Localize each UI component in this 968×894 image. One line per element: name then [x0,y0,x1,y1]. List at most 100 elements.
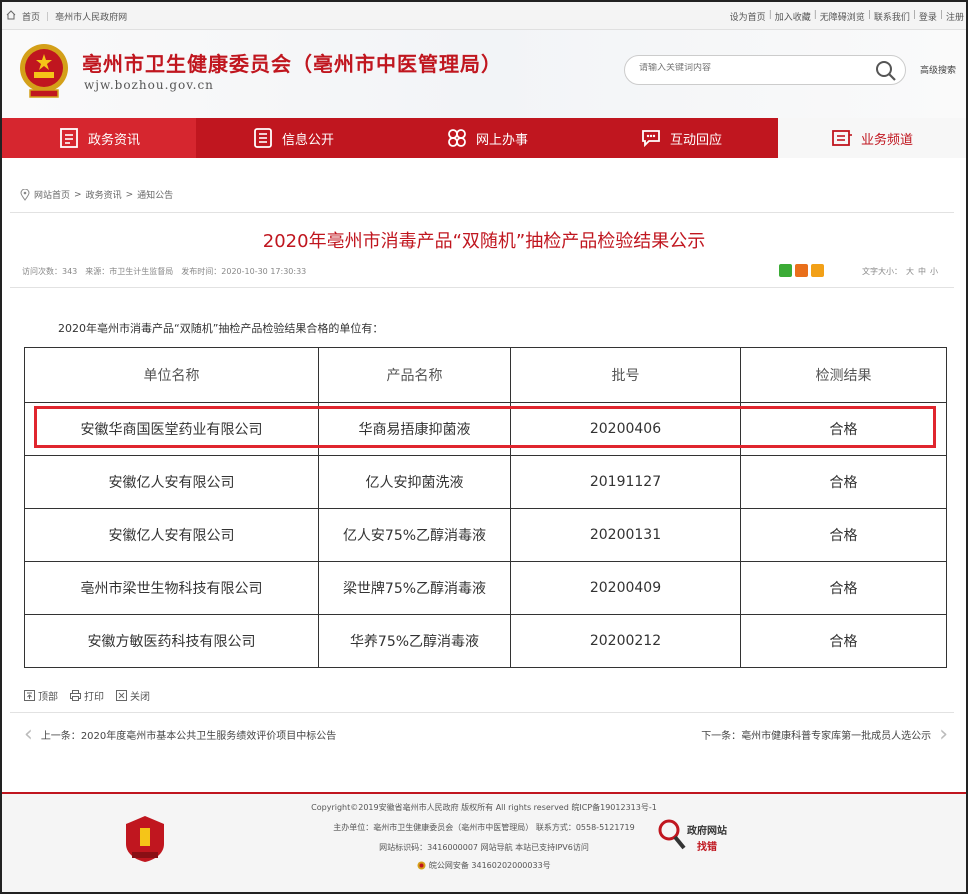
add-favorite-link[interactable]: 加入收藏 [775,10,811,23]
grid-icon [448,129,466,147]
nav-item-news[interactable]: 政务资讯 [2,118,196,158]
search-icon[interactable] [875,60,897,82]
location-icon [20,188,30,201]
top-link-separator: | [867,10,871,20]
cell-company: 安徽华商国医堂药业有限公司 [24,402,319,456]
print-icon [70,690,81,701]
site-url: wjw.bozhou.gov.cn [84,78,214,92]
breadcrumb-notices[interactable]: 通知公告 [137,188,173,201]
cell-company: 安徽亿人安有限公司 [24,455,319,509]
police-badge-icon [417,861,426,870]
column-header-company: 单位名称 [24,347,319,403]
prev-title[interactable]: 2020年度亳州市基本公共卫生服务绩效评价项目中标公告 [81,731,336,742]
nav-label: 互动回应 [669,132,722,148]
chevron-left-icon: ‹ [24,721,33,747]
nav-item-online-service[interactable]: 网上办事 [390,118,584,158]
nav-item-disclosure[interactable]: 信息公开 [196,118,390,158]
footer-site-id: 网站标识码：3416000007 网站导航 本站已支持IPV6访问 [379,843,589,852]
site-title: 亳州市卫生健康委员会（亳州市中医管理局） [82,52,502,76]
cell-batch: 20200406 [510,402,741,456]
nav-label: 业务频道 [860,132,913,148]
column-header-product: 产品名称 [318,347,511,403]
accessibility-link[interactable]: 无障碍浏览 [820,10,865,23]
divider [10,287,954,288]
table-row: 亳州市梁世生物科技有限公司 梁世牌75%乙醇消毒液 20200409 合格 [24,561,947,615]
font-size-medium[interactable]: 中 [918,266,926,277]
main-nav: 政务资讯 信息公开 网上办事 互动回应 业务频道 [2,118,966,158]
wechat-share-icon[interactable] [779,264,792,277]
top-link-separator: | [813,10,817,20]
print-button[interactable]: 打印 [70,688,104,703]
nav-item-channel[interactable]: 业务频道 [778,118,966,158]
font-size-small[interactable]: 小 [930,266,938,277]
cell-batch: 20200131 [510,508,741,562]
contact-link[interactable]: 联系我们 [874,10,910,23]
cell-product: 亿人安抑菌洗液 [318,455,511,509]
top-home-link[interactable]: 首页 [22,10,40,23]
footer-host: 主办单位：亳州市卫生健康委员会（亳州市中医管理局） 联系方式：0558-5121… [333,823,635,832]
cell-result: 合格 [740,455,947,509]
breadcrumb-news[interactable]: 政务资讯 [86,188,122,201]
table-row: 安徽华商国医堂药业有限公司 华商易捂康抑菌液 20200406 合格 [24,402,947,456]
breadcrumb: 网站首页 > 政务资讯 > 通知公告 [20,188,173,201]
cell-batch: 20191127 [510,455,741,509]
meta-views: 访问次数：343 [22,267,78,276]
footer-police: 皖公网安备 34160202000033号 [2,860,966,871]
advanced-search-link[interactable]: 高级搜索 [920,63,956,76]
top-link-separator: | [912,10,916,20]
footer-copyright: Copyright©2019安徽省亳州市人民政府 版权所有 All rights… [311,803,657,812]
divider [10,212,954,213]
next-title[interactable]: 亳州市健康科普专家库第一批成员人选公示 [741,731,931,742]
police-record-link[interactable]: 皖公网安备 34160202000033号 [429,861,551,870]
table-row: 安徽亿人安有限公司 亿人安抑菌洗液 20191127 合格 [24,455,947,509]
cell-product: 华养75%乙醇消毒液 [318,614,511,668]
top-icon [24,690,35,701]
font-size-label: 文字大小： [862,267,902,276]
nav-item-interaction[interactable]: 互动回应 [584,118,778,158]
nav-label: 信息公开 [281,132,334,148]
table-row: 安徽亿人安有限公司 亿人安75%乙醇消毒液 20200131 合格 [24,508,947,562]
breadcrumb-home[interactable]: 网站首页 [34,188,70,201]
gov-site-link[interactable]: 亳州市人民政府网 [55,10,127,23]
prev-article-link[interactable]: ‹ 上一条：2020年度亳州市基本公共卫生服务绩效评价项目中标公告 [24,721,336,747]
search-input[interactable] [639,63,859,73]
back-to-top-button[interactable]: 顶部 [24,688,58,703]
national-emblem-icon [20,44,68,98]
gov-find-sub: 找错 [697,842,717,853]
breadcrumb-separator: > [74,189,82,200]
cell-product: 梁世牌75%乙醇消毒液 [318,561,511,615]
home-icon[interactable] [6,10,16,23]
document-icon [60,128,78,148]
set-home-link[interactable]: 设为首页 [730,10,766,23]
article-meta: 访问次数：343 来源：市卫生计生监督局 发布时间：2020-10-30 17:… [22,266,306,277]
top-separator: | [46,11,50,22]
channel-icon [832,130,852,146]
cell-batch: 20200212 [510,614,741,668]
close-button[interactable]: 关闭 [116,688,150,703]
top-link-separator: | [768,10,772,20]
cell-batch: 20200409 [510,561,741,615]
column-header-result: 检测结果 [740,347,947,403]
top-bar: 首页 | 亳州市人民政府网 设为首页 | 加入收藏 | 无障碍浏览 | 联系我们 | 登… [2,2,966,30]
chevron-right-icon: › [939,721,948,747]
cell-result: 合格 [740,508,947,562]
favorite-share-icon[interactable] [811,264,824,277]
article-title: 2020年亳州市消毒产品“双随机”抽检产品检验结果公示 [262,231,706,252]
magnifier-icon [658,819,686,850]
top-link-separator: | [939,10,943,20]
next-article-link[interactable]: 下一条：亳州市健康科普专家库第一批成员人选公示 › [701,721,948,747]
login-link[interactable]: 登录 [919,10,937,23]
meta-date: 发布时间：2020-10-30 17:30:33 [181,267,307,276]
weibo-share-icon[interactable] [795,264,808,277]
register-link[interactable]: 注册 [946,10,964,23]
divider [10,712,954,713]
article-intro: 2020年亳州市消毒产品“双随机”抽检产品检验结果合格的单位有： [58,322,384,335]
font-size-large[interactable]: 大 [906,266,914,277]
column-header-batch: 批号 [510,347,741,403]
gov-site-find-error-button[interactable]: 政府网站 找错 [657,816,747,856]
next-label: 下一条： [701,731,742,742]
share-buttons [779,264,824,277]
cell-company: 安徽亿人安有限公司 [24,508,319,562]
cell-company: 安徽方敏医药科技有限公司 [24,614,319,668]
close-icon [116,690,127,701]
